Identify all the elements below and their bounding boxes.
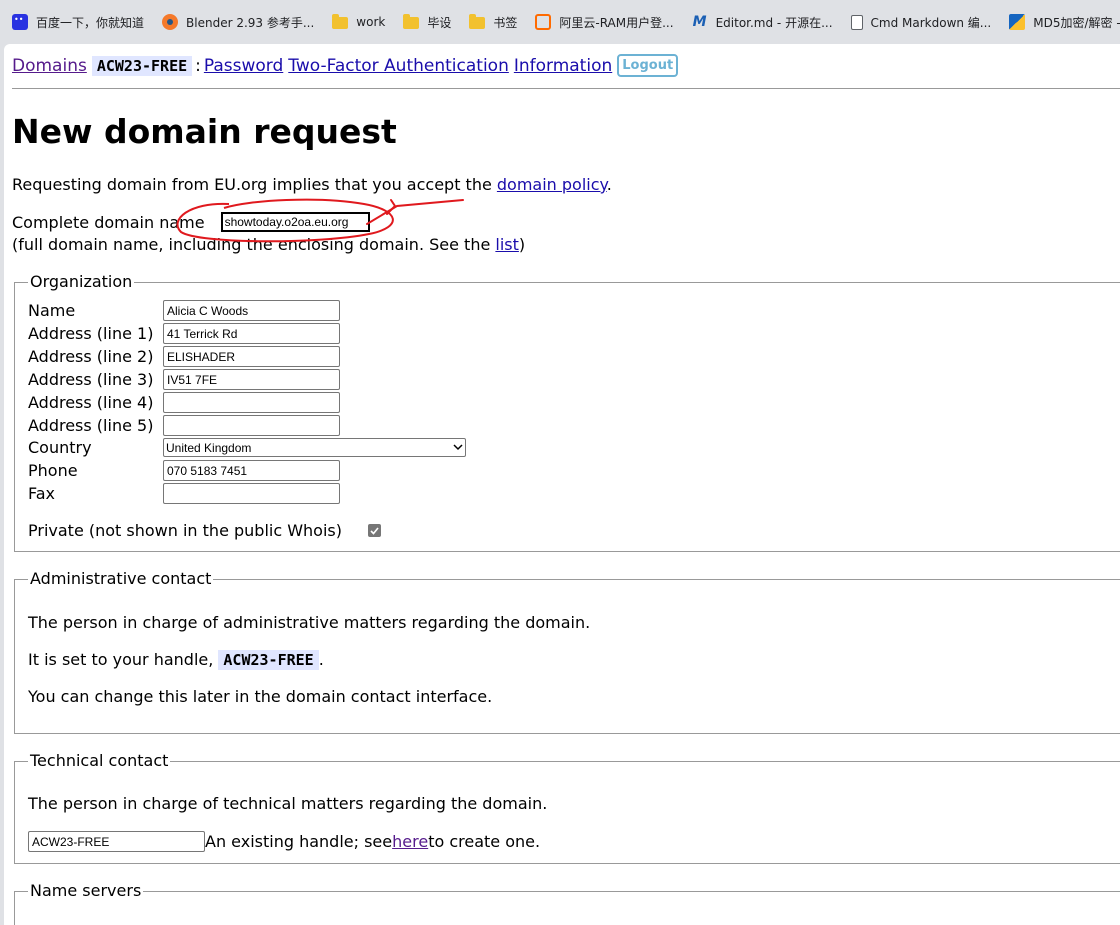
bookmark-blender[interactable]: Blender 2.93 参考手...: [162, 14, 314, 31]
bookmark-cmd-markdown[interactable]: Cmd Markdown 编...: [850, 14, 991, 31]
org-address5-row: Address (line 5): [28, 415, 340, 436]
bookmark-editormd[interactable]: M Editor.md - 开源在...: [692, 14, 833, 31]
private-checkbox[interactable]: [368, 524, 381, 537]
intro-text: Requesting domain from EU.org implies th…: [12, 175, 612, 194]
admin-handle: ACW23-FREE: [218, 650, 319, 670]
org-address5-input[interactable]: [163, 415, 340, 436]
org-address3-input[interactable]: [163, 369, 340, 390]
name-servers-legend: Name servers: [28, 881, 144, 900]
technical-handle-row: An existing handle; see here to create o…: [28, 831, 540, 852]
domain-name-label: Complete domain name: [12, 212, 205, 232]
org-name-input[interactable]: [163, 300, 340, 321]
chevron-down-icon: [453, 444, 463, 451]
bookmark-baidu[interactable]: 百度一下，你就知道: [12, 14, 144, 31]
aliyun-icon: [535, 14, 552, 30]
domain-name-row: Complete domain name: [12, 212, 370, 232]
bookmark-folder-shuqian[interactable]: 书签: [469, 14, 517, 31]
org-phone-row: Phone: [28, 460, 340, 481]
technical-handle-input[interactable]: [28, 831, 205, 852]
org-country-row: Country United Kingdom: [28, 438, 466, 457]
domains-link[interactable]: Domains: [12, 56, 87, 76]
two-factor-link[interactable]: Two-Factor Authentication: [288, 56, 509, 76]
baidu-icon: [12, 14, 28, 30]
org-fax-row: Fax: [28, 483, 340, 504]
org-name-row: Name: [28, 300, 340, 321]
org-address2-row: Address (line 2): [28, 346, 340, 367]
user-handle: ACW23-FREE: [91, 55, 193, 76]
domain-help-text: (full domain name, including the enclosi…: [12, 235, 526, 254]
administrative-legend: Administrative contact: [28, 569, 214, 588]
org-address1-row: Address (line 1): [28, 323, 340, 344]
password-link[interactable]: Password: [204, 56, 283, 76]
checkmark-icon: [370, 526, 379, 535]
bookmark-folder-work[interactable]: work: [332, 14, 385, 29]
org-name-label: Name: [28, 301, 76, 320]
org-address4-input[interactable]: [163, 392, 340, 413]
admin-change-note: You can change this later in the domain …: [28, 687, 493, 706]
org-fax-input[interactable]: [163, 483, 340, 504]
org-address1-input[interactable]: [163, 323, 340, 344]
folder-icon: [403, 14, 420, 29]
org-address3-row: Address (line 3): [28, 369, 340, 390]
technical-legend: Technical contact: [28, 751, 171, 770]
nav-separator: :: [195, 55, 201, 76]
divider: [12, 88, 1120, 89]
logout-button[interactable]: Logout: [617, 54, 679, 77]
admin-handle-text: It is set to your handle, ACW23-FREE.: [28, 650, 324, 670]
bookmarks-bar: 百度一下，你就知道 Blender 2.93 参考手... work 毕设 书签…: [0, 0, 1120, 44]
bookmark-md5[interactable]: MD5加密/解密 - 站...: [1009, 14, 1120, 31]
org-phone-input[interactable]: [163, 460, 340, 481]
admin-description: The person in charge of administrative m…: [28, 613, 591, 632]
domain-list-link[interactable]: list: [495, 235, 519, 254]
blender-icon: [162, 14, 179, 30]
technical-description: The person in charge of technical matter…: [28, 794, 548, 813]
domain-policy-link[interactable]: domain policy: [497, 175, 607, 194]
bookmark-aliyun[interactable]: 阿里云-RAM用户登...: [535, 14, 674, 31]
name-servers-section: [14, 891, 1120, 925]
organization-legend: Organization: [28, 272, 135, 291]
org-address2-input[interactable]: [163, 346, 340, 367]
create-handle-link[interactable]: here: [392, 832, 428, 851]
bookmark-folder-bishe[interactable]: 毕设: [403, 14, 451, 31]
folder-icon: [332, 14, 349, 29]
information-link[interactable]: Information: [514, 56, 612, 76]
domain-name-input[interactable]: [220, 212, 370, 232]
page-title: New domain request: [12, 112, 397, 151]
md5-icon: [1009, 14, 1026, 30]
document-icon: [850, 14, 863, 30]
country-select[interactable]: United Kingdom: [163, 438, 466, 457]
folder-icon: [469, 14, 486, 29]
top-nav: Domains ACW23-FREE : Password Two-Factor…: [12, 54, 679, 77]
page-viewport: Domains ACW23-FREE : Password Two-Factor…: [4, 44, 1120, 925]
private-label: Private (not shown in the public Whois): [28, 521, 342, 540]
org-address4-row: Address (line 4): [28, 392, 340, 413]
editormd-icon: M: [692, 14, 707, 30]
org-private-row: Private (not shown in the public Whois): [28, 521, 381, 540]
